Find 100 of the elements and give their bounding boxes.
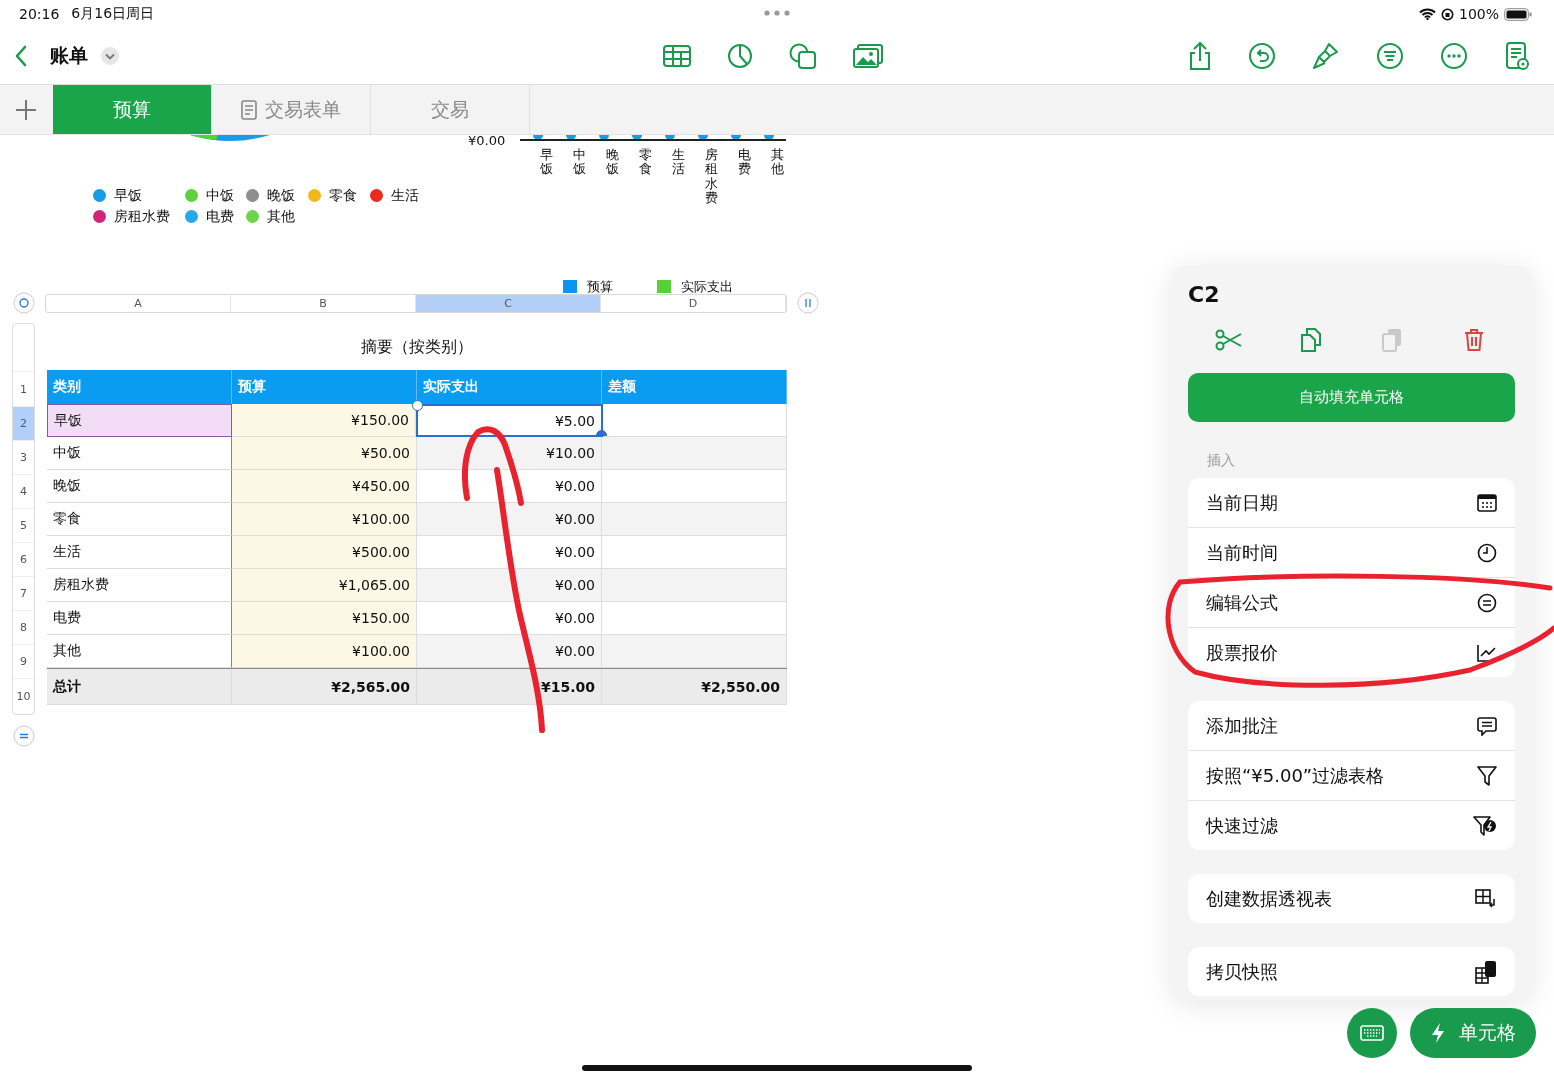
table-icon[interactable]: [662, 44, 692, 68]
column-header[interactable]: C: [416, 294, 601, 312]
menu-item[interactable]: 股票报价: [1188, 627, 1515, 677]
table-cell: 晚饭: [47, 470, 232, 503]
category-label: 生活: [672, 148, 685, 179]
column-resize-icon[interactable]: [797, 292, 819, 314]
legend-label: 早饭: [114, 186, 142, 205]
table-copy-icon: [1475, 959, 1497, 984]
table-cell: 其他: [47, 635, 232, 668]
photo-icon[interactable]: [852, 43, 884, 69]
copy-icon[interactable]: [1299, 327, 1322, 353]
add-sheet-icon[interactable]: [14, 97, 38, 122]
document-title[interactable]: 账单: [50, 43, 88, 69]
table-cell: ¥150.00: [232, 404, 416, 437]
table-cell: ¥450.00: [232, 470, 417, 503]
table-cell: 房租水费: [47, 569, 232, 602]
legend-label: 实际支出: [681, 277, 733, 296]
menu-item[interactable]: 创建数据透视表: [1188, 874, 1515, 923]
sort-icon[interactable]: [1376, 42, 1404, 70]
table-cell: ¥100.00: [232, 503, 417, 536]
scissors-icon[interactable]: [1214, 329, 1243, 351]
legend-label: 中饭: [206, 186, 234, 205]
undo-icon[interactable]: [1248, 42, 1276, 70]
menu-item[interactable]: 当前时间: [1188, 527, 1515, 577]
menu-item[interactable]: 当前日期: [1188, 478, 1515, 527]
pivot-table-icon: [1475, 888, 1497, 909]
row-number[interactable]: 5: [13, 508, 34, 542]
comment-icon: [1477, 715, 1497, 736]
menu-item[interactable]: 快速过滤: [1188, 800, 1515, 850]
table-handle-icon[interactable]: [13, 292, 35, 314]
table-cell: 早饭: [47, 404, 232, 437]
battery-percent: 100%: [1458, 6, 1499, 22]
legend-label: 零食: [329, 186, 357, 205]
row-number[interactable]: 8: [13, 610, 34, 644]
shapes-icon[interactable]: [788, 42, 818, 70]
trash-icon[interactable]: [1464, 328, 1485, 352]
legend-label: 电费: [206, 207, 234, 226]
column-header[interactable]: A: [46, 294, 231, 312]
status-date: 6月16日周日: [71, 5, 155, 23]
table-cell: ¥100.00: [232, 635, 417, 668]
more-icon[interactable]: [1440, 42, 1468, 70]
row-number[interactable]: 2: [13, 406, 34, 440]
orientation-lock-icon: [1440, 7, 1454, 21]
add-row-icon[interactable]: [13, 725, 35, 747]
keyboard-button[interactable]: [1347, 1008, 1397, 1058]
menu-item[interactable]: 添加批注: [1188, 701, 1515, 750]
table-cell: ¥10.00: [417, 437, 602, 470]
table-cell: ¥0.00: [417, 635, 602, 668]
table-cell: ¥0.00: [417, 503, 602, 536]
category-label: 早饭: [540, 148, 553, 179]
chevron-down-icon[interactable]: [100, 46, 120, 66]
table-cell: 中饭: [47, 437, 232, 470]
legend-label: 生活: [391, 186, 419, 205]
row-number[interactable]: 10: [13, 678, 34, 714]
row-number[interactable]: 4: [13, 474, 34, 508]
table-cell: ¥15.00: [417, 669, 602, 705]
status-time: 20:16: [19, 6, 60, 22]
table-cell: ¥150.00: [232, 602, 417, 635]
axis-label: ¥0.00: [468, 133, 507, 149]
table-cell: ¥2,565.00: [232, 669, 417, 705]
share-icon[interactable]: [1188, 41, 1212, 71]
table-cell: ¥500.00: [232, 536, 417, 569]
form-icon: [241, 99, 257, 120]
document-view-icon[interactable]: [1504, 41, 1530, 71]
table-cell: 生活: [47, 536, 232, 569]
menu-item[interactable]: 编辑公式: [1188, 577, 1515, 627]
row-number[interactable]: 7: [13, 576, 34, 610]
multitask-dots-icon[interactable]: [764, 10, 790, 16]
calendar-icon: [1477, 493, 1497, 512]
legend-label: 房租水费: [114, 207, 170, 226]
table-cell: ¥2,550.00: [602, 669, 787, 705]
category-label: 其他: [771, 148, 784, 179]
menu-item[interactable]: 按照“¥5.00”过滤表格: [1188, 750, 1515, 800]
category-label: 零食: [639, 148, 652, 179]
pie-chart-icon[interactable]: [726, 42, 754, 70]
table-title: 摘要（按类别）: [360, 336, 474, 358]
row-number[interactable]: 3: [13, 440, 34, 474]
lightning-icon: [1430, 1022, 1445, 1044]
table-cell: 电费: [47, 602, 232, 635]
table-cell: ¥50.00: [232, 437, 417, 470]
row-number[interactable]: 9: [13, 644, 34, 678]
line-chart-icon: [1477, 643, 1497, 662]
back-icon[interactable]: [14, 45, 28, 67]
row-number[interactable]: 6: [13, 542, 34, 576]
cell-button[interactable]: 单元格: [1410, 1008, 1536, 1058]
table-cell: 零食: [47, 503, 232, 536]
wifi-icon: [1418, 8, 1436, 20]
category-label: 中饭: [573, 148, 586, 179]
battery-icon: [1504, 7, 1532, 21]
keyboard-icon: [1360, 1025, 1384, 1041]
table-cell: 总计: [47, 669, 232, 705]
category-label: 电费: [738, 148, 751, 179]
table-cell: ¥0.00: [417, 569, 602, 602]
legend-label: 晚饭: [267, 186, 295, 205]
column-header[interactable]: D: [601, 294, 786, 312]
category-label: 房租水费: [705, 148, 718, 206]
filter-bolt-icon: [1473, 814, 1497, 837]
section-label: 插入: [1207, 452, 1236, 470]
menu-item[interactable]: 拷贝快照: [1188, 947, 1515, 996]
paintbrush-icon[interactable]: [1312, 41, 1340, 71]
